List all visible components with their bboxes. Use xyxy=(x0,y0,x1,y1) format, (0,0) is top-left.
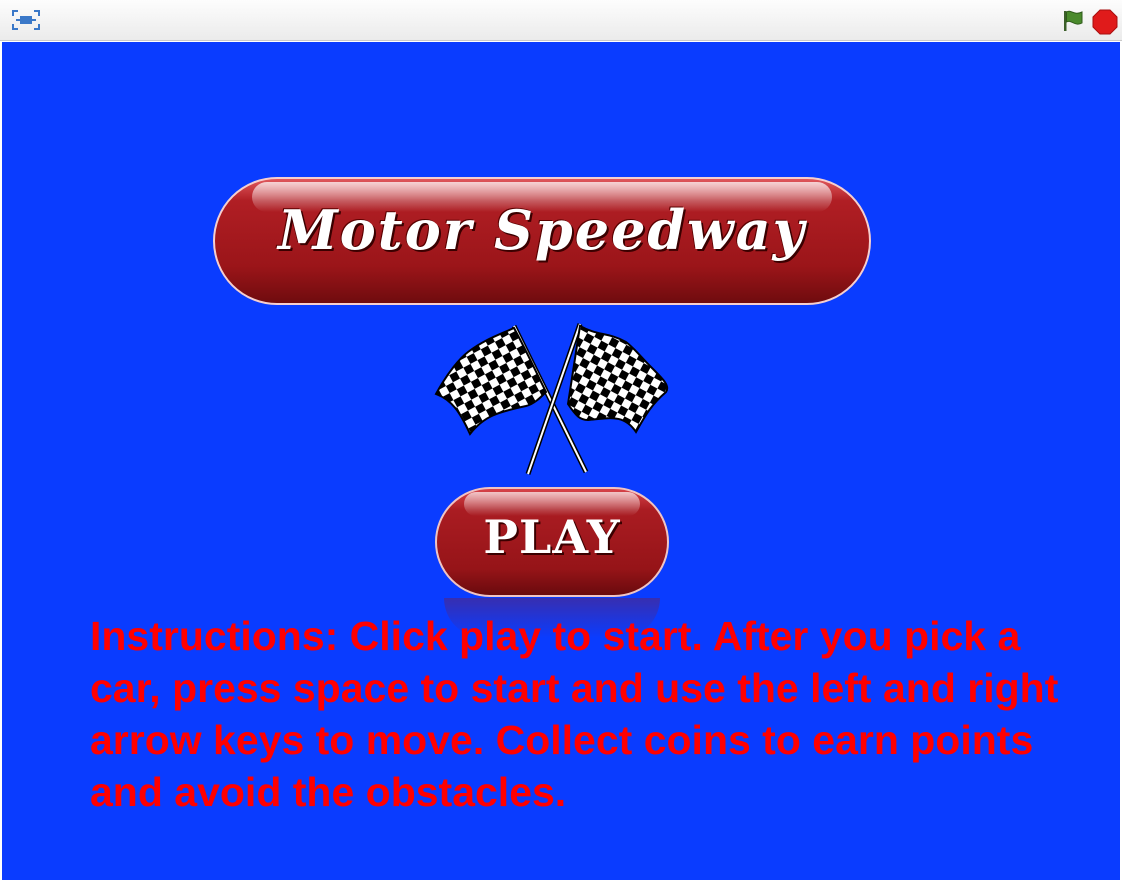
game-stage[interactable]: Motor Speedway PLAY Instructions: Click … xyxy=(2,42,1120,880)
play-button-label: PLAY xyxy=(483,510,621,564)
fullscreen-icon[interactable] xyxy=(10,8,42,32)
instructions-text: Instructions: Click play to start. After… xyxy=(90,613,1059,815)
checkered-flags-icon xyxy=(434,323,669,475)
stage-toolbar xyxy=(0,0,1122,41)
play-button[interactable]: PLAY xyxy=(434,486,670,598)
title-banner: Motor Speedway xyxy=(212,176,872,306)
game-title: Motor Speedway xyxy=(277,198,807,262)
green-flag-icon[interactable] xyxy=(1060,8,1086,34)
stop-icon[interactable] xyxy=(1092,9,1118,35)
